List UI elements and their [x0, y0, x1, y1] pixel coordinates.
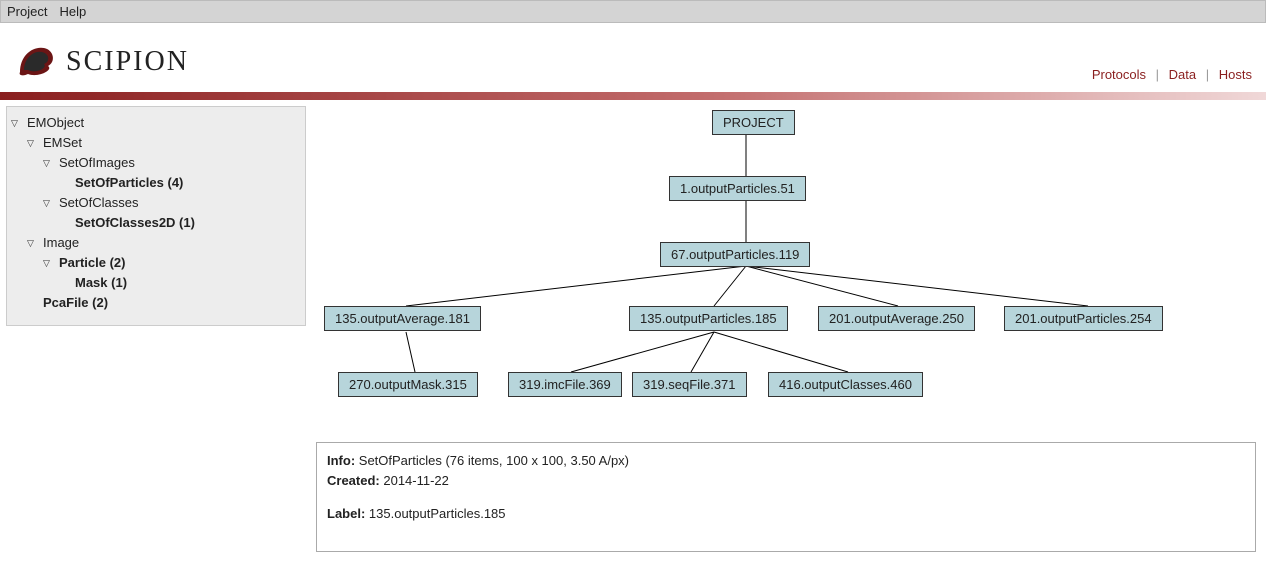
tree-item-emset[interactable]: ▽ EMSet [11, 133, 301, 153]
header-rule [0, 92, 1266, 100]
tree-item-setofclasses2d[interactable]: SetOfClasses2D (1) [11, 213, 301, 233]
tree-label: PcaFile (2) [43, 293, 108, 313]
nav-hosts[interactable]: Hosts [1219, 67, 1252, 82]
menu-help[interactable]: Help [59, 4, 86, 19]
graph-node[interactable]: 135.outputAverage.181 [324, 306, 481, 331]
menu-project[interactable]: Project [7, 4, 47, 19]
tree-label: Mask (1) [75, 273, 127, 293]
tree-label: SetOfParticles (4) [75, 173, 183, 193]
graph-node[interactable]: 1.outputParticles.51 [669, 176, 806, 201]
graph-node[interactable]: 319.imcFile.369 [508, 372, 622, 397]
logo-icon [14, 42, 58, 81]
graph-node-project[interactable]: PROJECT [712, 110, 795, 135]
tree-label: SetOfClasses2D (1) [75, 213, 195, 233]
info-label: Label: [327, 506, 365, 521]
tree-item-emobject[interactable]: ▽ EMObject [11, 113, 301, 133]
info-line: Label: 135.outputParticles.185 [327, 504, 1245, 524]
tree-item-pcafile[interactable]: PcaFile (2) [11, 293, 301, 313]
tree-label: SetOfClasses [59, 193, 138, 213]
tree-label: EMObject [27, 113, 84, 133]
tree-label: Image [43, 233, 79, 253]
tree-label: SetOfImages [59, 153, 135, 173]
chevron-down-icon: ▽ [11, 113, 23, 133]
info-line: Created: 2014-11-22 [327, 471, 1245, 491]
spacer [327, 490, 1245, 504]
tree-label: EMSet [43, 133, 82, 153]
chevron-down-icon: ▽ [43, 153, 55, 173]
info-panel: Info: SetOfParticles (76 items, 100 x 10… [316, 442, 1256, 552]
nav-sep: | [1206, 67, 1209, 82]
info-value: SetOfParticles (76 items, 100 x 100, 3.5… [355, 453, 629, 468]
graph-canvas: PROJECT 1.outputParticles.51 67.outputPa… [316, 106, 1258, 416]
nav-sep: | [1156, 67, 1159, 82]
graph-node[interactable]: 416.outputClasses.460 [768, 372, 923, 397]
tree-item-image[interactable]: ▽ Image [11, 233, 301, 253]
info-label: Created: [327, 473, 380, 488]
chevron-down-icon: ▽ [43, 253, 55, 273]
graph-node[interactable]: 201.outputParticles.254 [1004, 306, 1163, 331]
tree-item-setofparticles[interactable]: SetOfParticles (4) [11, 173, 301, 193]
info-line: Info: SetOfParticles (76 items, 100 x 10… [327, 451, 1245, 471]
tree-item-particle[interactable]: ▽ Particle (2) [11, 253, 301, 273]
main: ▽ EMObject ▽ EMSet ▽ SetOfImages SetOfPa… [0, 100, 1266, 558]
nav-links: Protocols | Data | Hosts [1092, 67, 1252, 82]
graph-node[interactable]: 201.outputAverage.250 [818, 306, 975, 331]
brand: SCIPION [14, 42, 189, 81]
brand-name: SCIPION [66, 46, 189, 78]
chevron-down-icon: ▽ [27, 233, 39, 253]
tree-item-mask[interactable]: Mask (1) [11, 273, 301, 293]
content: PROJECT 1.outputParticles.51 67.outputPa… [316, 106, 1260, 552]
info-value: 135.outputParticles.185 [365, 506, 505, 521]
header: SCIPION Protocols | Data | Hosts [0, 23, 1266, 92]
info-value: 2014-11-22 [380, 473, 449, 488]
info-label: Info: [327, 453, 355, 468]
chevron-down-icon: ▽ [43, 193, 55, 213]
nav-protocols[interactable]: Protocols [1092, 67, 1146, 82]
chevron-down-icon: ▽ [27, 133, 39, 153]
menubar: Project Help [0, 0, 1266, 23]
tree-item-setofclasses[interactable]: ▽ SetOfClasses [11, 193, 301, 213]
sidebar-tree: ▽ EMObject ▽ EMSet ▽ SetOfImages SetOfPa… [6, 106, 306, 326]
graph-node[interactable]: 319.seqFile.371 [632, 372, 747, 397]
nav-data[interactable]: Data [1169, 67, 1196, 82]
graph-node[interactable]: 270.outputMask.315 [338, 372, 478, 397]
tree-item-setofimages[interactable]: ▽ SetOfImages [11, 153, 301, 173]
tree-label: Particle (2) [59, 253, 125, 273]
graph-node[interactable]: 135.outputParticles.185 [629, 306, 788, 331]
graph-node[interactable]: 67.outputParticles.119 [660, 242, 810, 267]
